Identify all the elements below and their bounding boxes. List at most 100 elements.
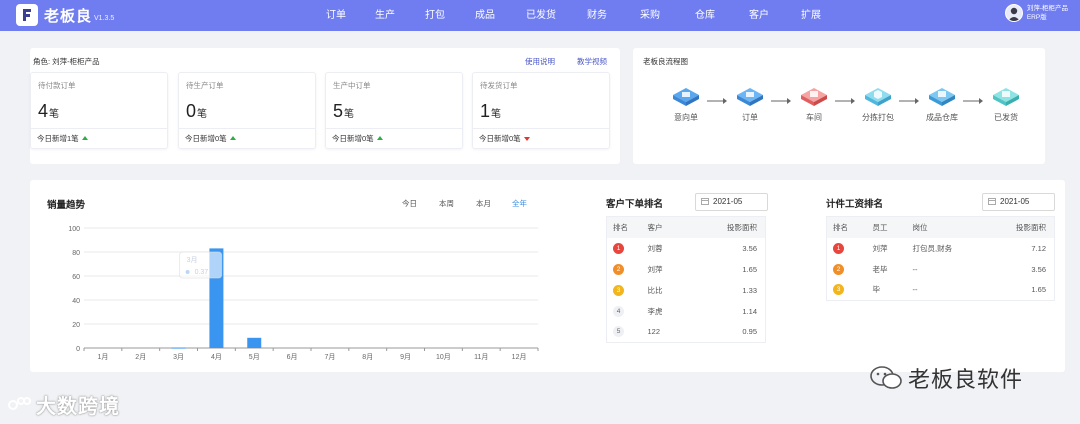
card-title: 待发货订单 [480,81,518,90]
flow-step-label: 订单 [742,113,758,122]
nav-item-extend[interactable]: 扩展 [786,0,836,31]
customer-date-picker[interactable]: 2021-05 [695,193,768,211]
trend-up-icon [81,136,88,140]
card-today: 今日新增1笔 [31,128,167,148]
card-pending-payment[interactable]: 待付款订单 4笔 今日新增1笔 [30,72,168,149]
rank-badge: 3 [613,284,624,296]
nav-item-finished[interactable]: 成品 [460,0,510,31]
bar [171,347,186,349]
range-tab-year[interactable]: 全年 [512,198,527,209]
user-edition: ERP版 [1026,14,1047,21]
y-tick-label: 100 [68,226,80,233]
card-value: 0笔 [186,101,208,121]
y-tick-label: 40 [72,298,80,305]
range-tab-week[interactable]: 本周 [439,198,454,209]
order-icon [737,88,763,106]
flow-step-label: 意向单 [674,113,698,122]
flow-diagram: 意向单 订单 车间 分拣打包 成品仓库 已发货 [663,86,1033,136]
area-value: 1.14 [742,306,757,316]
nav-item-purchase[interactable]: 采购 [622,0,678,31]
video-link[interactable]: 教学视频 [577,56,607,67]
packing-icon [865,88,891,106]
flow-step-shipped[interactable]: 已发货 [983,86,1029,123]
range-tab-month[interactable]: 本月 [476,198,491,209]
table-row[interactable]: 1 刘萍 打包员,财务 7.12 [827,238,1055,259]
table-row[interactable]: 5 122 0.95 [607,322,766,343]
col-area: 投影面积 [681,216,766,238]
area-value: 1.65 [1031,285,1046,295]
x-tick-label: 3月 [173,353,184,361]
shipped-icon [993,88,1019,106]
x-tick-label: 8月 [362,353,373,361]
nav-item-finance[interactable]: 财务 [572,0,622,31]
nav-item-customer[interactable]: 客户 [732,0,786,31]
flow-step-warehouse[interactable]: 成品仓库 [919,86,965,123]
nav-item-production[interactable]: 生产 [360,0,410,31]
y-tick-label: 0 [76,346,80,353]
card-today: 今日新增0笔 [473,128,609,148]
employee-post: -- [912,264,918,274]
help-link[interactable]: 使用说明 [525,56,555,67]
flow-title: 老板良流程图 [643,57,688,66]
sales-title: 销量趋势 [47,200,86,211]
x-tick-label: 9月 [400,353,411,361]
nav-item-shipped[interactable]: 已发货 [510,0,572,31]
card-title: 待生产订单 [186,81,224,90]
flow-step-packing[interactable]: 分拣打包 [855,86,901,123]
rank-badge: 4 [613,305,624,317]
rank-badge: 2 [613,263,624,275]
table-row[interactable]: 4 李虎 1.14 [607,301,766,322]
customer-rank-table: 排名 客户 投影面积 1 刘蓉 3.56 2 刘萍 1.65 3 比比 1.33 4 李虎 1.… [606,216,766,343]
area-value: 7.12 [1031,243,1046,253]
arrow-right-icon [899,98,919,104]
customer-name: 李虎 [647,306,663,316]
customer-name: 122 [647,327,661,337]
role-label: 角色: 刘萍-柜柜产品 [33,57,100,66]
table-row[interactable]: 2 老毕 -- 3.56 [827,259,1055,280]
nav-item-order[interactable]: 订单 [316,0,356,31]
flow-step-intent[interactable]: 意向单 [663,86,709,123]
nav-item-packing[interactable]: 打包 [410,0,460,31]
nav-item-warehouse[interactable]: 仓库 [678,0,732,31]
user-menu[interactable]: 刘萍-柜柜产品 ERP版 [1004,4,1068,22]
card-value: 1笔 [480,101,502,121]
x-tick-label: 2月 [135,353,146,361]
sales-chart: 0 20 40 60 80 100 1月 2月 3月 4月 5月 6月 7月 8月 9月 10月 11月 12月 3… [68,226,539,361]
card-pending-shipment[interactable]: 待发货订单 1笔 今日新增0笔 [472,72,610,149]
col-post: 岗位 [906,216,982,238]
rank-badge: 1 [613,242,624,254]
col-area: 投影面积 [981,216,1055,238]
arrow-right-icon [771,98,791,104]
flow-step-label: 已发货 [994,113,1018,122]
table-row[interactable]: 1 刘蓉 3.56 [607,238,766,259]
top-nav-bar: 老板良 V1.3.5 订单 生产 打包 成品 已发货 财务 采购 仓库 客户 扩… [0,0,1080,31]
arrow-right-icon [835,98,855,104]
tooltip-dot [185,270,190,274]
card-in-production[interactable]: 生产中订单 5笔 今日新增0笔 [325,72,463,149]
stats-panel: 销量趋势 今日 本周 本月 全年 0 20 40 60 80 100 1月 2月 3月 4月 5月 6… [30,180,1065,372]
card-today: 今日新增0笔 [326,128,462,148]
col-rank: 排名 [606,216,642,238]
x-tick-label: 12月 [512,353,527,361]
col-employee: 员工 [866,216,907,238]
wage-rank-title: 计件工资排名 [826,199,884,210]
flow-step-order[interactable]: 订单 [727,86,773,123]
wechat-icon [870,366,902,389]
brand[interactable]: 老板良 V1.3.5 [16,4,114,26]
flow-step-label: 车间 [806,113,822,122]
tooltip-value: 0.37 [195,269,209,276]
range-tab-today[interactable]: 今日 [402,198,417,209]
card-pending-production[interactable]: 待生产订单 0笔 今日新增0笔 [178,72,316,149]
flow-panel: 老板良流程图 意向单 订单 车间 分拣打包 成品仓库 已发货 [633,48,1045,164]
table-row[interactable]: 2 刘萍 1.65 [607,259,766,280]
customer-name: 刘蓉 [647,243,663,253]
area-value: 1.65 [742,264,757,274]
table-row[interactable]: 3 比比 1.33 [607,280,766,301]
customer-name: 刘萍 [647,264,663,274]
area-value: 0.95 [742,327,757,337]
area-value: 1.33 [742,285,757,295]
area-value: 3.56 [1031,264,1046,274]
wage-date-picker[interactable]: 2021-05 [982,193,1055,211]
table-row[interactable]: 3 毕 -- 1.65 [827,280,1055,301]
flow-step-workshop[interactable]: 车间 [791,86,837,123]
